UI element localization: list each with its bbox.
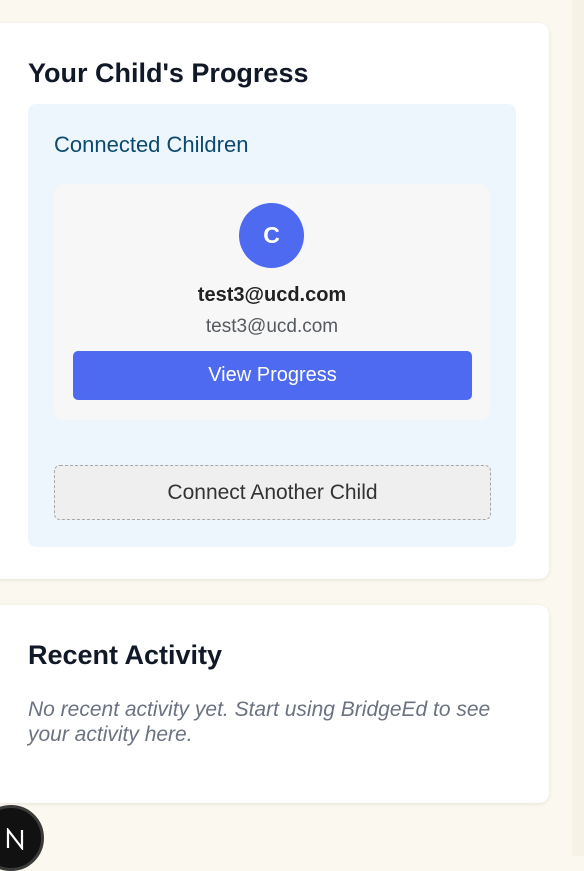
connected-children-panel: Connected Children C test3@ucd.com test3… — [28, 104, 516, 547]
connected-children-heading: Connected Children — [54, 132, 249, 157]
nextjs-dev-badge[interactable] — [0, 805, 44, 871]
nextjs-logo-icon — [6, 828, 24, 850]
recent-activity-card: Recent Activity No recent activity yet. … — [0, 605, 549, 803]
child-card: C test3@ucd.com test3@ucd.com View Progr… — [54, 184, 490, 420]
avatar: C — [239, 203, 304, 268]
connect-another-child-button[interactable]: Connect Another Child — [54, 465, 491, 520]
child-progress-card: Your Child's Progress Connected Children… — [0, 23, 549, 579]
page-edge-strip — [572, 0, 584, 856]
page-title: Your Child's Progress — [28, 58, 309, 88]
child-email: test3@ucd.com — [205, 316, 339, 337]
child-name: test3@ucd.com — [197, 284, 347, 306]
recent-activity-title: Recent Activity — [28, 640, 223, 670]
view-progress-button[interactable]: View Progress — [73, 351, 472, 400]
recent-activity-empty-text: No recent activity yet. Start using Brid… — [28, 698, 491, 746]
